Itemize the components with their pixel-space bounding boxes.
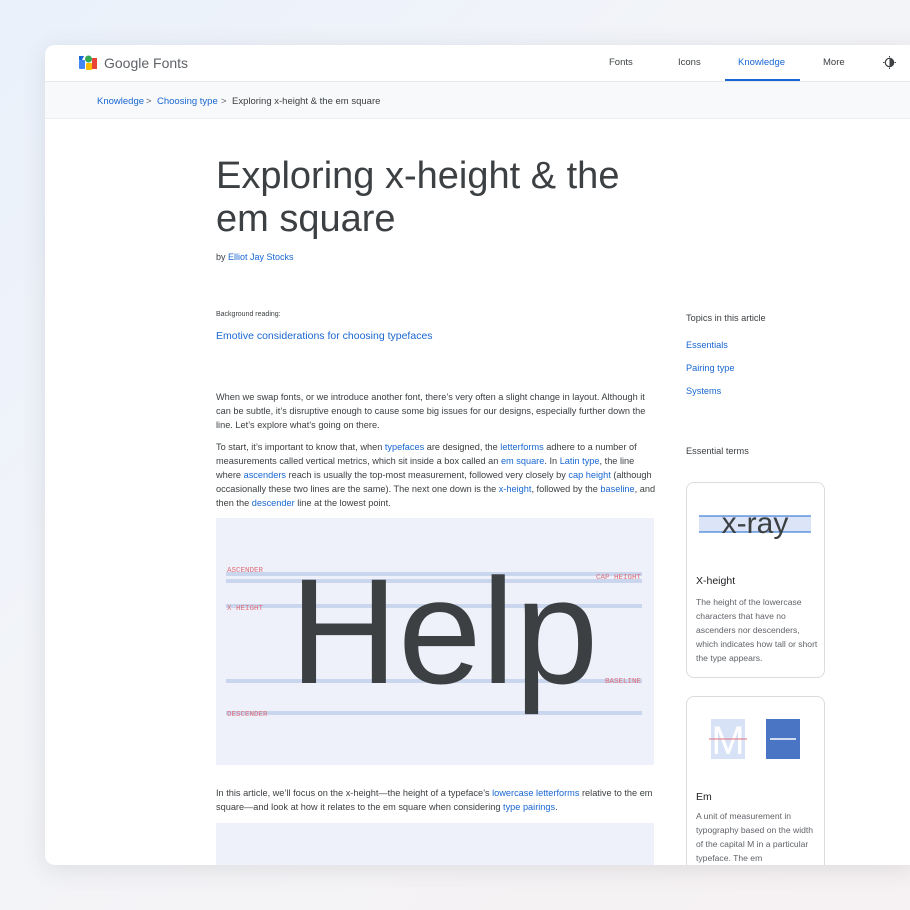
ascender-label: ASCENDER bbox=[227, 567, 264, 575]
cap-height-label: CAP HEIGHT bbox=[596, 574, 642, 582]
descender-label: DESCENDER bbox=[227, 711, 268, 719]
nav-more[interactable]: More bbox=[823, 57, 845, 68]
topic-link-essentials[interactable]: Essentials bbox=[686, 340, 728, 350]
text-segment: In this article, we’ll focus on the x-he… bbox=[216, 788, 493, 798]
text-segment: , followed by the bbox=[531, 484, 601, 494]
active-nav-indicator bbox=[725, 79, 800, 81]
breadcrumb-separator: > bbox=[221, 96, 227, 107]
nav-knowledge[interactable]: Knowledge bbox=[738, 57, 785, 68]
second-figure bbox=[216, 823, 654, 865]
text-segment: . In bbox=[544, 456, 560, 466]
link-em-square[interactable]: em square bbox=[501, 456, 544, 466]
vertical-metrics-figure: Help ASCENDER CAP HEIGHT X HEIGHT BASELI… bbox=[216, 518, 654, 765]
link-ascenders[interactable]: ascenders bbox=[244, 470, 286, 480]
background-reading-label: Background reading: bbox=[216, 311, 281, 318]
page-title: Exploring x-height & the em square bbox=[216, 155, 656, 241]
article-paragraph-1: When we swap fonts, or we introduce anot… bbox=[216, 392, 646, 430]
topics-heading: Topics in this article bbox=[686, 313, 766, 323]
article-paragraph-3: In this article, we’ll focus on the x-he… bbox=[216, 786, 656, 814]
x-ray-illustration: x-ray bbox=[699, 507, 811, 540]
text-segment: are designed, the bbox=[424, 442, 501, 452]
x-height-label: X HEIGHT bbox=[227, 605, 264, 613]
breadcrumb: Knowledge > Choosing type > Exploring x-… bbox=[45, 82, 910, 119]
link-x-height[interactable]: x-height bbox=[499, 484, 532, 494]
breadcrumb-separator: > bbox=[146, 96, 152, 107]
link-cap-height[interactable]: cap height bbox=[568, 470, 610, 480]
text-segment: reach is usually the top-most measuremen… bbox=[285, 470, 569, 480]
byline-prefix: by bbox=[216, 252, 226, 262]
link-descender[interactable]: descender bbox=[252, 498, 295, 508]
help-word: Help bbox=[290, 547, 599, 715]
byline: by Elliot Jay Stocks bbox=[216, 252, 294, 262]
em-illustration: M bbox=[709, 719, 800, 763]
google-fonts-logo-icon[interactable] bbox=[79, 55, 97, 71]
card-description: A unit of measurement in typography base… bbox=[696, 811, 814, 863]
text-segment: . bbox=[555, 802, 558, 812]
nav-icons[interactable]: Icons bbox=[678, 57, 701, 68]
essential-terms-heading: Essential terms bbox=[686, 446, 749, 456]
term-card-x-height[interactable]: x-ray X-height The height of the lowerca… bbox=[686, 482, 825, 678]
title-line-1: Exploring x-height & the bbox=[216, 155, 620, 197]
term-card-em[interactable]: M Em A unit of measurement in typography… bbox=[686, 696, 825, 865]
author-link[interactable]: Elliot Jay Stocks bbox=[228, 252, 294, 262]
background-reading-link[interactable]: Emotive considerations for choosing type… bbox=[216, 330, 433, 342]
title-line-2: em square bbox=[216, 198, 396, 240]
link-latin-type[interactable]: Latin type bbox=[560, 456, 600, 466]
breadcrumb-choosing-type[interactable]: Choosing type bbox=[157, 96, 218, 107]
card-title: X-height bbox=[696, 575, 736, 587]
em-m-sample: M bbox=[711, 719, 744, 763]
topic-link-systems[interactable]: Systems bbox=[686, 386, 721, 396]
vertical-metrics-illustration: Help ASCENDER CAP HEIGHT X HEIGHT BASELI… bbox=[226, 547, 642, 719]
text-segment: line at the lowest point. bbox=[294, 498, 391, 508]
browser-window: Google Fonts Fonts Icons Knowledge More … bbox=[45, 45, 910, 865]
card-description: The height of the lowercase characters t… bbox=[696, 597, 818, 663]
text-segment: To start, it’s important to know that, w… bbox=[216, 442, 385, 452]
link-typefaces[interactable]: typefaces bbox=[385, 442, 424, 452]
topic-link-pairing-type[interactable]: Pairing type bbox=[686, 363, 735, 373]
link-lowercase-letterforms[interactable]: lowercase letterforms bbox=[492, 788, 579, 798]
theme-toggle-icon[interactable] bbox=[883, 56, 896, 69]
link-type-pairings[interactable]: type pairings bbox=[503, 802, 555, 812]
breadcrumb-knowledge[interactable]: Knowledge bbox=[97, 96, 144, 107]
top-nav-bar: Google Fonts Fonts Icons Knowledge More bbox=[45, 45, 910, 82]
baseline-label: BASELINE bbox=[605, 678, 642, 686]
link-letterforms[interactable]: letterforms bbox=[500, 442, 543, 452]
brand-name[interactable]: Google Fonts bbox=[104, 55, 188, 71]
article-paragraph-2: To start, it’s important to know that, w… bbox=[216, 440, 656, 510]
breadcrumb-current: Exploring x-height & the em square bbox=[232, 96, 381, 107]
x-ray-sample: x-ray bbox=[722, 507, 789, 540]
link-baseline[interactable]: baseline bbox=[600, 484, 634, 494]
card-title: Em bbox=[696, 791, 712, 803]
nav-fonts[interactable]: Fonts bbox=[609, 57, 633, 68]
